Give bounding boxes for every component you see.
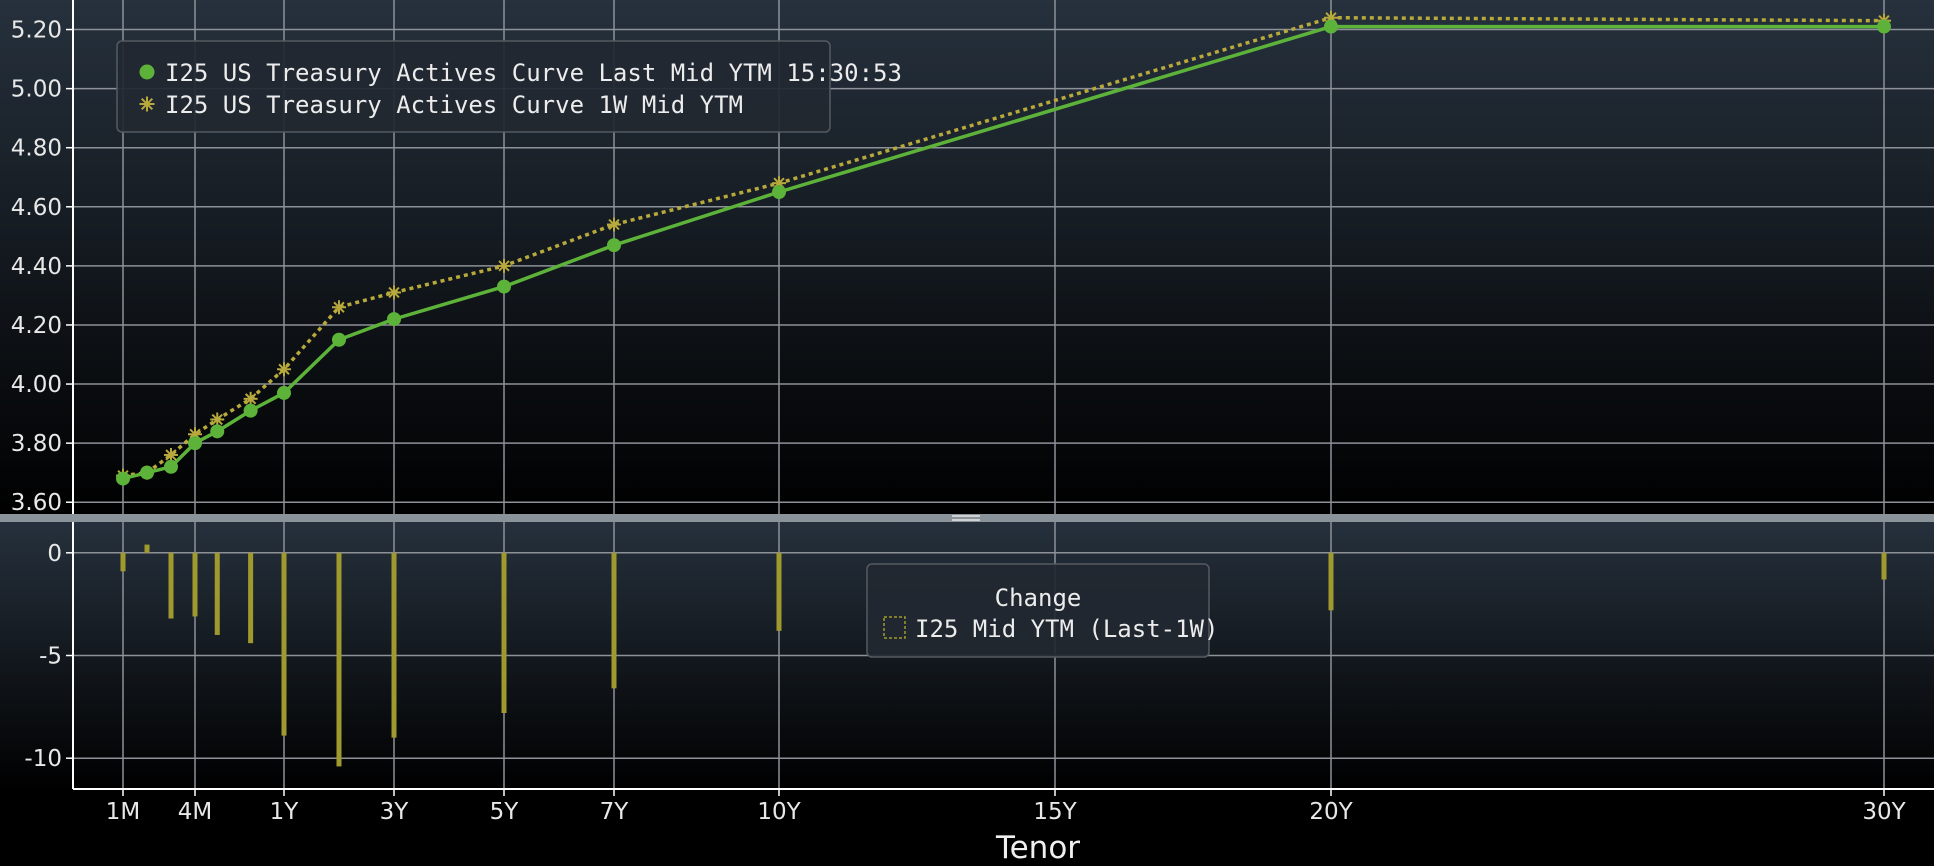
series-last-point: [116, 471, 130, 486]
bottom-y-tick-label: -5: [39, 644, 62, 670]
series-1w-star-marker: [332, 300, 346, 315]
change-bar: [120, 552, 126, 572]
top-y-tick-label: 4.60: [11, 195, 62, 221]
series-last-point: [210, 424, 225, 439]
series-last-point: [140, 465, 155, 480]
top-y-tick-label: 5.20: [11, 18, 62, 44]
x-tick-label: 1Y: [270, 799, 300, 825]
series-last-point: [164, 459, 179, 474]
legend-circle-marker-icon: [139, 64, 155, 80]
series-last-point: [1877, 19, 1891, 34]
change-bar: [1881, 552, 1887, 580]
bottom-legend: Change I25 Mid YTM (Last-1W): [866, 563, 1218, 658]
x-axis-title: Tenor: [995, 830, 1080, 866]
legend-series-1-label: I25 US Treasury Actives Curve Last Mid Y…: [165, 59, 902, 87]
yield-curve-chart: 3.60 3.80 4.00 4.20 4.40 4.60 4.80 5.00 5.20 0 -5…: [0, 0, 1934, 866]
bottom-y-tick-label: 0: [47, 541, 62, 567]
x-tick-label: 1M: [106, 799, 140, 825]
x-tick-label: 5Y: [490, 799, 520, 825]
change-bar: [168, 552, 174, 619]
bottom-legend-title: Change: [995, 584, 1082, 612]
top-y-tick-label: 5.00: [11, 77, 62, 103]
legend-series-2-label: I25 US Treasury Actives Curve 1W Mid YTM: [165, 91, 743, 119]
bottom-y-tick-label: -10: [24, 746, 62, 772]
top-y-tick-label: 3.80: [11, 431, 62, 457]
series-last-point: [607, 238, 621, 253]
change-bar: [776, 552, 782, 631]
change-bar: [281, 552, 287, 736]
top-legend: I25 US Treasury Actives Curve Last Mid Y…: [116, 40, 902, 133]
x-tick-label: 15Y: [1033, 799, 1077, 825]
legend-star-shape: [139, 96, 155, 112]
x-tick-label: 10Y: [757, 799, 801, 825]
series-1w-star-marker: [277, 362, 291, 377]
series-last-point: [772, 185, 786, 200]
series-last-point: [188, 436, 202, 451]
x-tick-label: 4M: [178, 799, 212, 825]
series-1w-star-marker: [497, 258, 511, 273]
change-bar: [611, 552, 617, 689]
x-tick-label: 7Y: [600, 799, 630, 825]
top-y-tick-label: 4.80: [11, 136, 62, 162]
change-bar: [192, 552, 198, 617]
top-y-tick-label: 3.60: [11, 490, 62, 516]
top-y-tick-label: 4.00: [11, 372, 62, 398]
change-bar: [248, 552, 254, 644]
series-1w-star-marker: [607, 217, 621, 232]
series-last-point: [497, 279, 511, 294]
legend-star-marker-icon: [139, 96, 155, 112]
top-y-tick-label: 4.20: [11, 313, 62, 339]
series-last-point: [1324, 19, 1338, 34]
x-tick-labels: 1M 4M 1Y 3Y 5Y 7Y 10Y 15Y 20Y 30Y: [106, 789, 1907, 825]
series-last-point: [332, 332, 346, 347]
change-bar: [214, 552, 220, 635]
change-bar: [336, 552, 342, 767]
series-last-point: [243, 403, 258, 418]
change-bar: [391, 552, 397, 738]
series-last-point: [277, 385, 291, 400]
panel-divider[interactable]: [0, 514, 1934, 522]
change-bar: [1328, 552, 1334, 611]
x-tick-label: 30Y: [1862, 799, 1906, 825]
x-tick-label: 20Y: [1309, 799, 1353, 825]
series-1w-star-marker: [387, 285, 401, 300]
change-bar: [144, 544, 150, 553]
series-last-point: [387, 312, 401, 327]
x-tick-label: 3Y: [380, 799, 410, 825]
change-bar: [501, 552, 507, 714]
top-y-tick-label: 4.40: [11, 254, 62, 280]
bottom-legend-series-label: I25 Mid YTM (Last-1W): [915, 615, 1218, 643]
